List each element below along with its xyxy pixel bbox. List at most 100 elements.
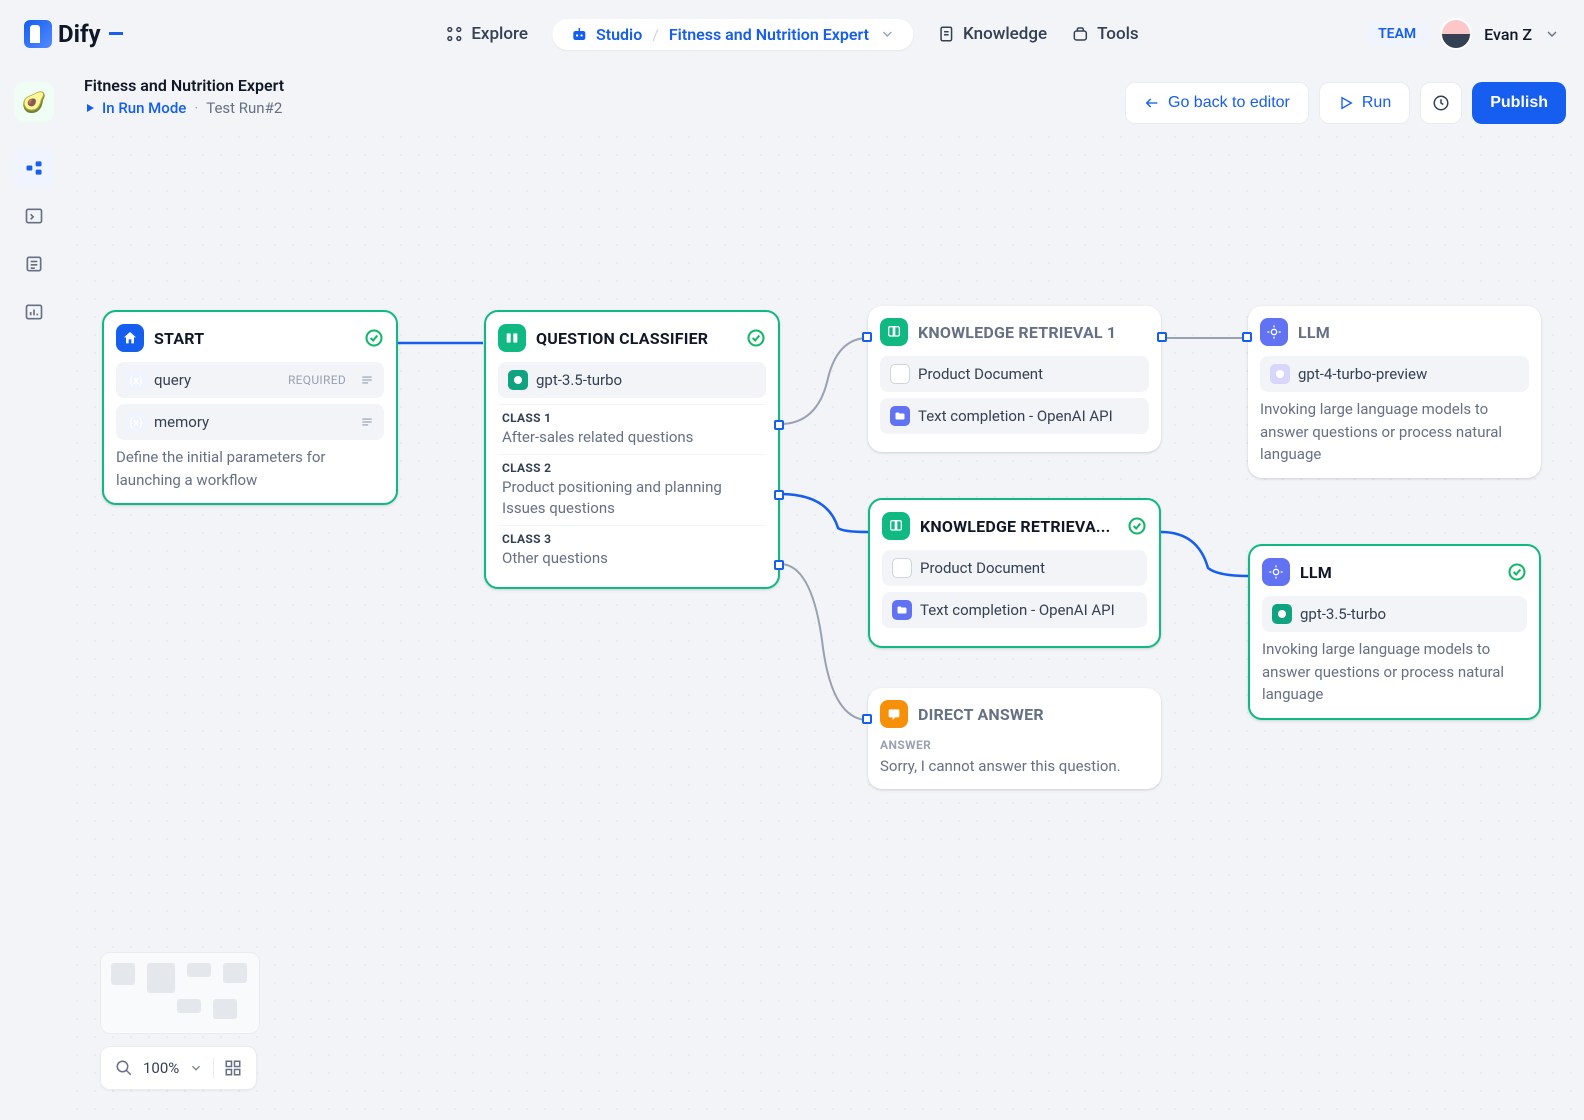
breadcrumb[interactable]: Fitness and Nutrition Expert [669, 25, 869, 44]
node-direct-answer[interactable]: DIRECT ANSWER ANSWER Sorry, I cannot ans… [868, 688, 1161, 789]
back-button[interactable]: Go back to editor [1125, 82, 1309, 124]
home-icon [116, 324, 144, 352]
list-icon [24, 254, 44, 274]
check-circle-icon [364, 328, 384, 348]
brand-text: Dify [58, 20, 101, 48]
chevron-down-icon[interactable] [879, 26, 895, 42]
check-circle-icon [1127, 516, 1147, 536]
test-run-label: Test Run#2 [206, 99, 282, 117]
input-port[interactable] [862, 714, 872, 724]
logo-icon [24, 20, 52, 48]
input-port[interactable] [862, 332, 872, 342]
team-badge[interactable]: TEAM [1366, 22, 1428, 46]
layout-icon[interactable] [224, 1059, 242, 1077]
history-button[interactable] [1420, 82, 1462, 124]
run-mode-indicator[interactable]: In Run Mode [84, 99, 186, 117]
node-knowledge-retrieval-2[interactable]: KNOWLEDGE RETRIEVA... NProduct Document … [868, 498, 1161, 648]
chevron-down-icon[interactable] [189, 1061, 203, 1075]
class-2[interactable]: CLASS 2Product positioning and planning … [498, 454, 766, 525]
nav-studio[interactable]: Studio [570, 25, 642, 44]
workflow-icon [24, 158, 44, 178]
chart-icon [24, 302, 44, 322]
output-port[interactable] [774, 560, 784, 570]
output-port[interactable] [774, 490, 784, 500]
openai-icon [1272, 604, 1292, 624]
grid-icon [445, 25, 463, 43]
logo-cursor-icon [109, 32, 123, 35]
node-question-classifier[interactable]: QUESTION CLASSIFIER gpt-3.5-turbo CLASS … [484, 310, 780, 589]
paragraph-icon [360, 415, 374, 429]
minimap[interactable] [100, 952, 260, 1034]
play-icon [84, 102, 96, 114]
side-terminal[interactable] [14, 196, 54, 236]
node-knowledge-retrieval-1[interactable]: KNOWLEDGE RETRIEVAL 1 NProduct Document … [868, 306, 1161, 452]
app-title: Fitness and Nutrition Expert [84, 76, 284, 95]
node-llm-2[interactable]: LLM gpt-3.5-turbo Invoking large languag… [1248, 544, 1541, 720]
chevron-down-icon[interactable] [1544, 26, 1560, 42]
zoom-bar: 100% [100, 1046, 257, 1090]
play-icon [1338, 95, 1354, 111]
classifier-icon [498, 324, 526, 352]
nav-knowledge[interactable]: Knowledge [937, 24, 1047, 44]
publish-button[interactable]: Publish [1472, 82, 1566, 124]
book-icon [882, 512, 910, 540]
avatar[interactable] [1440, 18, 1472, 50]
output-port[interactable] [774, 420, 784, 430]
nav-explore[interactable]: Explore [445, 24, 528, 44]
variable-row[interactable]: (x)queryREQUIRED [116, 362, 384, 398]
zoom-value[interactable]: 100% [143, 1059, 179, 1077]
model-row[interactable]: gpt-3.5-turbo [1262, 596, 1527, 632]
side-rail [10, 148, 58, 332]
llm-icon [1260, 318, 1288, 346]
output-port[interactable] [1157, 332, 1167, 342]
app-icon: 🥑 [14, 82, 54, 122]
workflow-canvas[interactable]: START (x)queryREQUIRED (x)memory Define … [68, 128, 1584, 1120]
clock-icon [1432, 94, 1450, 112]
variable-row[interactable]: (x)memory [116, 404, 384, 440]
nav-tools[interactable]: Tools [1071, 24, 1139, 44]
folder-icon [890, 406, 910, 426]
class-1[interactable]: CLASS 1After-sales related questions [498, 404, 766, 454]
search-icon[interactable] [115, 1059, 133, 1077]
header-actions: Go back to editor Run Publish [1125, 82, 1566, 124]
doc-row[interactable]: NProduct Document [882, 550, 1147, 586]
document-icon [937, 25, 955, 43]
top-bar: Dify Explore Studio / Fitness and Nutrit… [0, 0, 1584, 68]
side-logs[interactable] [14, 244, 54, 284]
llm-icon [1262, 558, 1290, 586]
check-circle-icon [1507, 562, 1527, 582]
doc-row[interactable]: NProduct Document [880, 356, 1149, 392]
book-icon [880, 318, 908, 346]
answer-icon [880, 700, 908, 728]
subheader: 🥑 Fitness and Nutrition Expert In Run Mo… [84, 76, 284, 117]
arrow-left-icon [1144, 95, 1160, 111]
nav-studio-pill: Studio / Fitness and Nutrition Expert [552, 19, 913, 50]
user-area: TEAM Evan Z [1366, 18, 1560, 50]
run-button[interactable]: Run [1319, 82, 1410, 124]
node-llm-1[interactable]: LLM gpt-4-turbo-preview Invoking large l… [1248, 306, 1541, 478]
variable-icon: (x) [126, 412, 146, 432]
terminal-icon [24, 206, 44, 226]
node-start[interactable]: START (x)queryREQUIRED (x)memory Define … [102, 310, 398, 505]
user-name[interactable]: Evan Z [1484, 25, 1532, 44]
tools-icon [1071, 25, 1089, 43]
api-row[interactable]: Text completion - OpenAI API [882, 592, 1147, 628]
side-analytics[interactable] [14, 292, 54, 332]
input-port[interactable] [1242, 332, 1252, 342]
model-row[interactable]: gpt-3.5-turbo [498, 362, 766, 398]
notion-icon: N [890, 364, 910, 384]
folder-icon [892, 600, 912, 620]
check-circle-icon [746, 328, 766, 348]
openai-icon [508, 370, 528, 390]
notion-icon: N [892, 558, 912, 578]
paragraph-icon [360, 373, 374, 387]
class-3[interactable]: CLASS 3Other questions [498, 525, 766, 575]
robot-icon [570, 25, 588, 43]
api-row[interactable]: Text completion - OpenAI API [880, 398, 1149, 434]
openai-icon [1270, 364, 1290, 384]
model-row[interactable]: gpt-4-turbo-preview [1260, 356, 1529, 392]
main-nav: Explore Studio / Fitness and Nutrition E… [445, 19, 1138, 50]
logo[interactable]: Dify [24, 20, 123, 48]
side-workflow[interactable] [14, 148, 54, 188]
variable-icon: (x) [126, 370, 146, 390]
